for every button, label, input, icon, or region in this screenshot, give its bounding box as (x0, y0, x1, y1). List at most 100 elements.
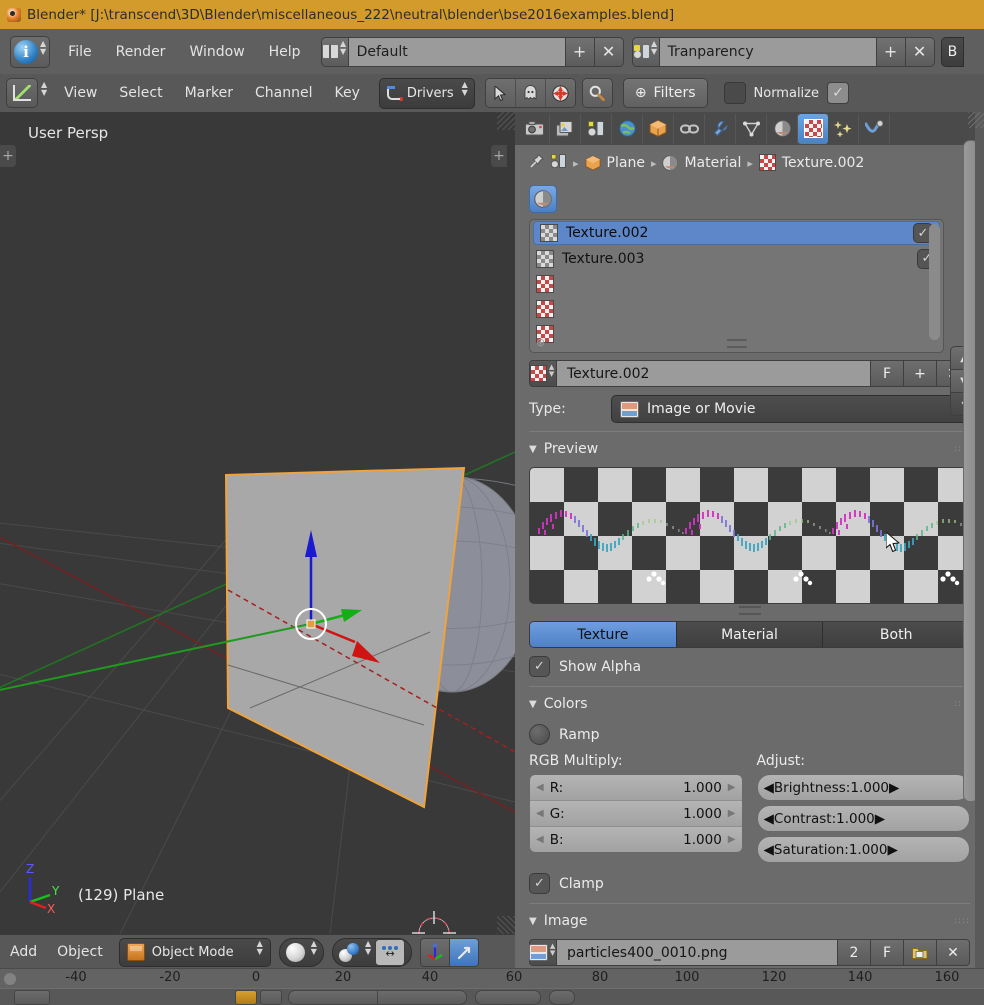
b-slider[interactable]: ◀ B: 1.000 ▶ (530, 827, 742, 852)
bottom-editor-type-button[interactable] (14, 990, 50, 1005)
preview-material-button[interactable]: Material (676, 622, 824, 647)
image-users-button[interactable]: 2 (838, 939, 871, 966)
ghost-onlyselected-icon[interactable] (515, 79, 546, 107)
pivot-point-selector[interactable]: ▲ ▼ ↔ (331, 937, 413, 967)
manipulator-axis-icon[interactable] (420, 937, 451, 967)
bottom-field-4[interactable] (549, 990, 575, 1005)
menu-render[interactable]: Render (104, 40, 178, 64)
menu-help[interactable]: Help (257, 40, 313, 64)
scene-icon[interactable] (550, 153, 567, 173)
magnifier-icon[interactable] (582, 79, 612, 107)
preview-resize-grip[interactable] (738, 606, 761, 615)
object-tab[interactable] (643, 113, 674, 144)
screen-layout-add-button[interactable]: + (565, 36, 595, 67)
render-engine-selector[interactable]: B (940, 36, 965, 67)
particles-tab[interactable] (828, 113, 859, 144)
cursor-select-icon[interactable] (485, 79, 516, 107)
r-slider[interactable]: ◀ R: 1.000 ▶ (530, 775, 742, 801)
checker-red-icon[interactable]: ▲ ▼ (529, 360, 557, 387)
colors-panel-header[interactable]: ▼ Colors :::: (529, 686, 970, 716)
menu-select[interactable]: Select (108, 81, 173, 105)
texture-type-dropdown[interactable]: Image or Movie ▲▼ (611, 395, 970, 423)
texture-tab[interactable] (798, 113, 828, 144)
drivers-editor-icon[interactable] (6, 78, 38, 108)
material-tab[interactable] (767, 113, 798, 144)
screen-layout-icon[interactable]: ▲ ▼ (320, 36, 349, 67)
render-tab[interactable] (519, 113, 550, 144)
image-icon[interactable]: ▲ ▼ (528, 939, 557, 966)
saturation-slider[interactable]: ◀ Saturation: 1.000 ▶ (756, 836, 970, 863)
scene-delete-button[interactable]: ✕ (905, 36, 935, 67)
menu-file[interactable]: File (56, 40, 103, 64)
toolshelf-expand-button[interactable]: + (0, 145, 16, 167)
manipulate-center-points-icon[interactable]: ↔ (375, 938, 406, 966)
image-name-field[interactable]: particles400_0010.png (557, 939, 838, 966)
bottom-field-1[interactable] (288, 990, 378, 1005)
menu-add[interactable]: Add (0, 944, 47, 960)
viewport-shading-selector[interactable]: ▲ ▼ (278, 937, 324, 967)
physics-tab[interactable] (859, 113, 890, 144)
filters-button[interactable]: ⊕ Filters (622, 78, 708, 108)
transform-translate-icon[interactable] (450, 937, 480, 967)
list-scrollbar[interactable] (929, 224, 940, 340)
world-tab[interactable] (612, 113, 643, 144)
breadcrumb-object[interactable]: Plane (607, 155, 645, 171)
normalize-auto-checkbox[interactable]: ✓ (827, 82, 849, 104)
menu-channel[interactable]: Channel (244, 81, 323, 105)
show-alpha-checkbox[interactable]: ✓ (529, 656, 550, 677)
preview-both-button[interactable]: Both (823, 622, 969, 647)
interaction-mode-selector[interactable]: Object Mode ▲ ▼ (118, 937, 271, 967)
preview-texture-button[interactable]: Texture (530, 622, 677, 647)
preview-panel-header[interactable]: ▼ Preview :::: (529, 431, 970, 461)
new-texture-button[interactable]: + (904, 360, 937, 387)
texture-slot-list[interactable]: Texture.002 ✓ Texture.003 ✓ ⊕ (529, 219, 944, 353)
screen-layout-delete-button[interactable]: ✕ (594, 36, 624, 67)
pin-icon[interactable] (529, 153, 545, 173)
texture-name-field[interactable]: Texture.002 (557, 360, 871, 387)
only-errors-icon[interactable] (545, 79, 575, 107)
area-corner-handle[interactable] (497, 916, 515, 934)
list-item[interactable] (530, 271, 943, 296)
scene-add-button[interactable]: + (876, 36, 906, 67)
contrast-slider[interactable]: ◀ Contrast: 1.000 ▶ (756, 805, 970, 832)
list-item[interactable] (530, 296, 943, 321)
bottom-lock-button[interactable] (260, 990, 282, 1005)
data-tab[interactable] (736, 113, 767, 144)
scene-icon[interactable]: ▲ ▼ (631, 36, 660, 67)
properties-region-expand-button[interactable]: + (491, 145, 507, 167)
ruler-knob[interactable] (4, 973, 16, 985)
image-panel-header[interactable]: ▼ Image :::: (529, 903, 970, 933)
image-unlink-button[interactable]: ✕ (937, 939, 970, 966)
list-item[interactable]: Texture.003 ✓ (530, 246, 943, 271)
scene-tab[interactable] (581, 113, 612, 144)
drivers-mode-selector[interactable]: Drivers ▲ ▼ (378, 77, 475, 109)
list-resize-grip[interactable] (726, 339, 747, 348)
menu-view[interactable]: View (53, 81, 108, 105)
image-fake-user-button[interactable]: F (871, 939, 904, 966)
bottom-record-button[interactable] (235, 990, 257, 1005)
normalize-checkbox[interactable] (723, 82, 746, 104)
menu-object[interactable]: Object (47, 944, 113, 960)
constraints-tab[interactable] (674, 113, 705, 144)
open-file-icon[interactable] (904, 939, 937, 966)
fake-user-button[interactable]: F (871, 360, 904, 387)
clamp-checkbox[interactable]: ✓ (529, 873, 550, 894)
modifiers-tab[interactable] (705, 113, 736, 144)
area-corner-handle[interactable] (968, 112, 984, 128)
menu-key[interactable]: Key (323, 81, 370, 105)
3d-viewport[interactable]: Z Y X User Persp (129) Plane + + (0, 112, 515, 934)
menu-marker[interactable]: Marker (174, 81, 244, 105)
brightness-slider[interactable]: ◀ Brightness: 1.000 ▶ (756, 774, 970, 801)
texture-context-material-button[interactable] (529, 185, 557, 213)
list-item[interactable]: Texture.002 ✓ (533, 221, 940, 245)
bottom-field-3[interactable] (475, 990, 541, 1005)
editor-type-selector[interactable]: i ▲ ▼ (10, 35, 51, 68)
bottom-field-2[interactable] (378, 990, 467, 1005)
list-add-icon[interactable]: ⊕ (536, 336, 545, 349)
breadcrumb-material[interactable]: Material (684, 155, 741, 171)
area-corner-handle[interactable] (497, 112, 515, 130)
scene-name-field[interactable]: Tranparency (659, 36, 877, 67)
screen-layout-field[interactable]: Default (348, 36, 566, 67)
g-slider[interactable]: ◀ G: 1.000 ▶ (530, 801, 742, 827)
timeline-ruler[interactable]: -40 -20 0 20 40 60 80 100 120 140 160 (0, 968, 984, 989)
